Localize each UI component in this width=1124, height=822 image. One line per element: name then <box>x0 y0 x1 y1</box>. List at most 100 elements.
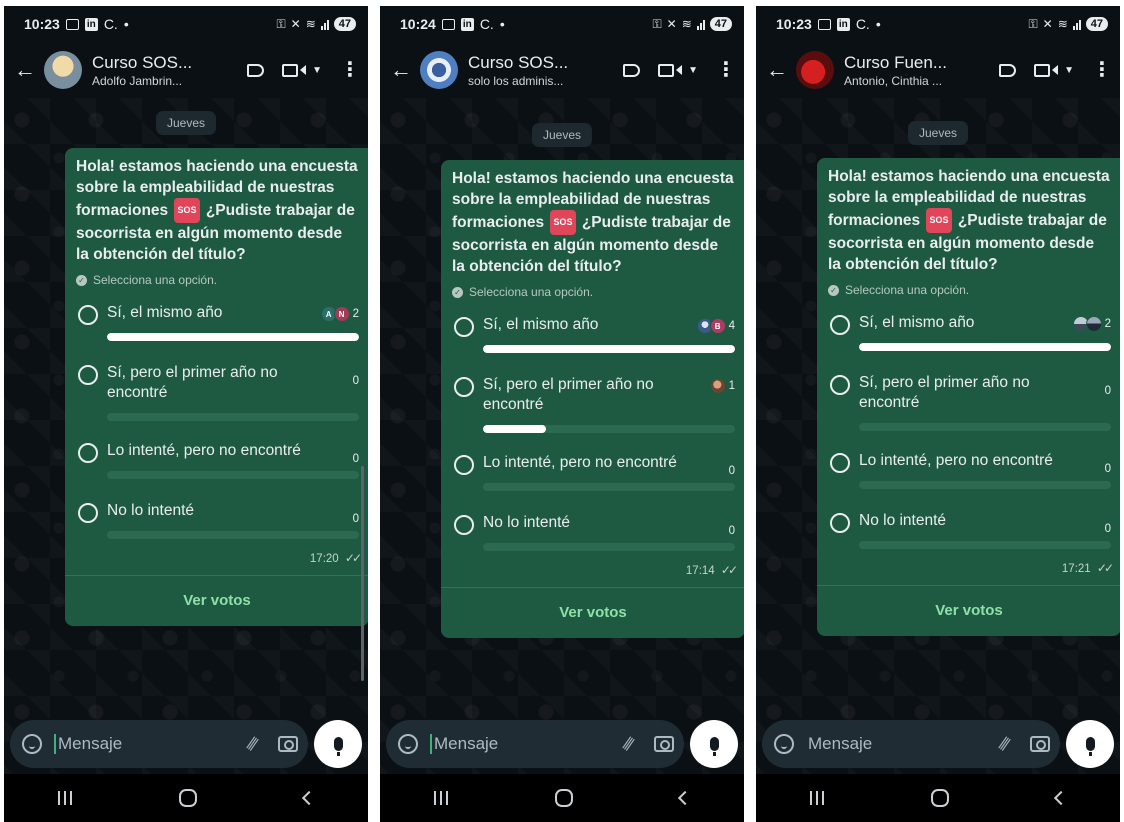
screen-record-icon <box>441 18 455 30</box>
vote-count-group: 0 <box>1105 523 1111 535</box>
radio-button[interactable] <box>454 455 474 475</box>
scrollbar[interactable] <box>361 466 364 681</box>
message-input[interactable]: Mensaje <box>806 734 1000 754</box>
message-input-box[interactable]: Mensaje ⦀ <box>10 720 308 768</box>
home-icon[interactable] <box>930 789 949 807</box>
double-check-icon: ✓✓ <box>344 551 362 565</box>
message-input-box[interactable]: Mensaje ⦀ <box>762 720 1060 768</box>
message-composer: Mensaje ⦀ <box>762 718 1114 770</box>
back-arrow-icon[interactable]: ← <box>390 57 420 83</box>
vote-progress-bar <box>859 343 1111 351</box>
radio-button[interactable] <box>78 365 98 385</box>
poll-option[interactable]: Sí, pero el primer año no encontré 0 <box>817 361 1120 439</box>
poll-option[interactable]: Sí, el mismo año B 4 <box>441 303 744 363</box>
video-call-icon[interactable]: ▼ <box>658 63 698 77</box>
chat-title-block[interactable]: Curso SOS... Adolfo Jambrin... <box>92 53 239 88</box>
view-votes-button[interactable]: Ver votos <box>65 576 368 626</box>
vote-count-group: 2 <box>1072 316 1111 332</box>
more-options-icon[interactable]: ⋮ <box>340 60 360 80</box>
video-call-icon[interactable]: ▼ <box>282 63 322 77</box>
poll-option[interactable]: Sí, el mismo año 2 <box>817 301 1120 361</box>
back-arrow-icon[interactable]: ← <box>14 57 44 83</box>
back-arrow-icon[interactable]: ← <box>766 57 796 83</box>
camera-icon[interactable] <box>278 736 298 752</box>
radio-button[interactable] <box>454 515 474 535</box>
radio-button[interactable] <box>830 375 850 395</box>
radio-button[interactable] <box>830 513 850 533</box>
sticker-icon[interactable] <box>22 734 42 754</box>
recents-icon[interactable] <box>433 791 448 805</box>
vote-count-group: 0 <box>729 465 735 477</box>
camera-icon[interactable] <box>1030 736 1050 752</box>
status-bar: 10:24 in C. • ⚿ ✕ ≋ 47 <box>380 6 744 42</box>
home-icon[interactable] <box>554 789 573 807</box>
sos-emoji: SOS <box>926 208 952 233</box>
recents-icon[interactable] <box>809 791 824 805</box>
system-back-icon[interactable] <box>302 790 317 806</box>
wifi-icon: ≋ <box>305 17 316 31</box>
message-input[interactable]: Mensaje <box>430 734 624 754</box>
poll-option[interactable]: Sí, pero el primer año no encontré 0 <box>65 351 368 429</box>
poll-option[interactable]: Sí, pero el primer año no encontré 1 <box>441 363 744 441</box>
message-input[interactable]: Mensaje <box>54 734 248 754</box>
vote-count: 0 <box>352 513 359 525</box>
chat-subtitle: solo los adminis... <box>468 73 564 88</box>
group-avatar[interactable] <box>796 51 834 89</box>
battery-indicator: 47 <box>333 17 356 31</box>
label-icon[interactable] <box>999 63 1017 77</box>
chat-header: ← Curso SOS... Adolfo Jambrin... ▼ ⋮ <box>4 42 368 98</box>
vote-progress-bar <box>859 423 1111 431</box>
battery-indicator: 47 <box>1085 17 1108 31</box>
radio-button[interactable] <box>830 453 850 473</box>
poll-option[interactable]: Lo intenté, pero no encontré 0 <box>441 441 744 501</box>
label-icon[interactable] <box>623 63 641 77</box>
view-votes-button[interactable]: Ver votos <box>817 586 1120 636</box>
label-icon[interactable] <box>247 63 265 77</box>
poll-option[interactable]: No lo intenté 0 <box>817 499 1120 559</box>
poll-option[interactable]: Sí, el mismo año A N 2 <box>65 291 368 351</box>
radio-button[interactable] <box>78 503 98 523</box>
poll-option[interactable]: No lo intenté 0 <box>65 489 368 549</box>
vote-count: 1 <box>728 380 735 392</box>
radio-button[interactable] <box>78 305 98 325</box>
poll-message: Hola! estamos haciendo una encuesta sobr… <box>817 158 1120 636</box>
check-circle-icon: ✓ <box>452 286 463 298</box>
screen-record-icon <box>817 18 831 30</box>
voice-message-button[interactable] <box>690 720 738 768</box>
microphone-icon <box>1085 737 1095 756</box>
radio-button[interactable] <box>454 377 474 397</box>
radio-button[interactable] <box>454 317 474 337</box>
view-votes-button[interactable]: Ver votos <box>441 588 744 638</box>
group-avatar[interactable] <box>420 51 458 89</box>
video-call-icon[interactable]: ▼ <box>1034 63 1074 77</box>
sticker-icon[interactable] <box>398 734 418 754</box>
poll-message: Hola! estamos haciendo una encuesta sobr… <box>441 160 744 638</box>
check-circle-icon: ✓ <box>828 284 839 296</box>
poll-option[interactable]: Lo intenté, pero no encontré 0 <box>817 439 1120 499</box>
camera-icon[interactable] <box>654 736 674 752</box>
voice-message-button[interactable] <box>314 720 362 768</box>
chat-title-block[interactable]: Curso Fuen... Antonio, Cinthia ... <box>844 53 991 88</box>
vote-count: 2 <box>352 308 359 320</box>
sticker-icon[interactable] <box>774 734 794 754</box>
radio-button[interactable] <box>830 315 850 335</box>
system-back-icon[interactable] <box>678 790 693 806</box>
more-options-icon[interactable]: ⋮ <box>716 60 736 80</box>
system-back-icon[interactable] <box>1054 790 1069 806</box>
chat-header: ← Curso SOS... solo los adminis... ▼ ⋮ <box>380 42 744 98</box>
radio-button[interactable] <box>78 443 98 463</box>
chat-subtitle: Antonio, Cinthia ... <box>844 73 943 88</box>
message-input-box[interactable]: Mensaje ⦀ <box>386 720 684 768</box>
vote-progress-bar <box>483 543 735 551</box>
recents-icon[interactable] <box>57 791 72 805</box>
group-avatar[interactable] <box>44 51 82 89</box>
poll-option[interactable]: Lo intenté, pero no encontré 0 <box>65 429 368 489</box>
poll-option[interactable]: No lo intenté 0 <box>441 501 744 561</box>
chat-title-block[interactable]: Curso SOS... solo los adminis... <box>468 53 615 88</box>
more-options-icon[interactable]: ⋮ <box>1092 60 1112 80</box>
message-time: 17:21 <box>1061 563 1091 575</box>
home-icon[interactable] <box>178 789 197 807</box>
message-meta: 17:20 ✓✓ <box>65 549 368 575</box>
message-meta: 17:14 ✓✓ <box>441 561 744 587</box>
voice-message-button[interactable] <box>1066 720 1114 768</box>
